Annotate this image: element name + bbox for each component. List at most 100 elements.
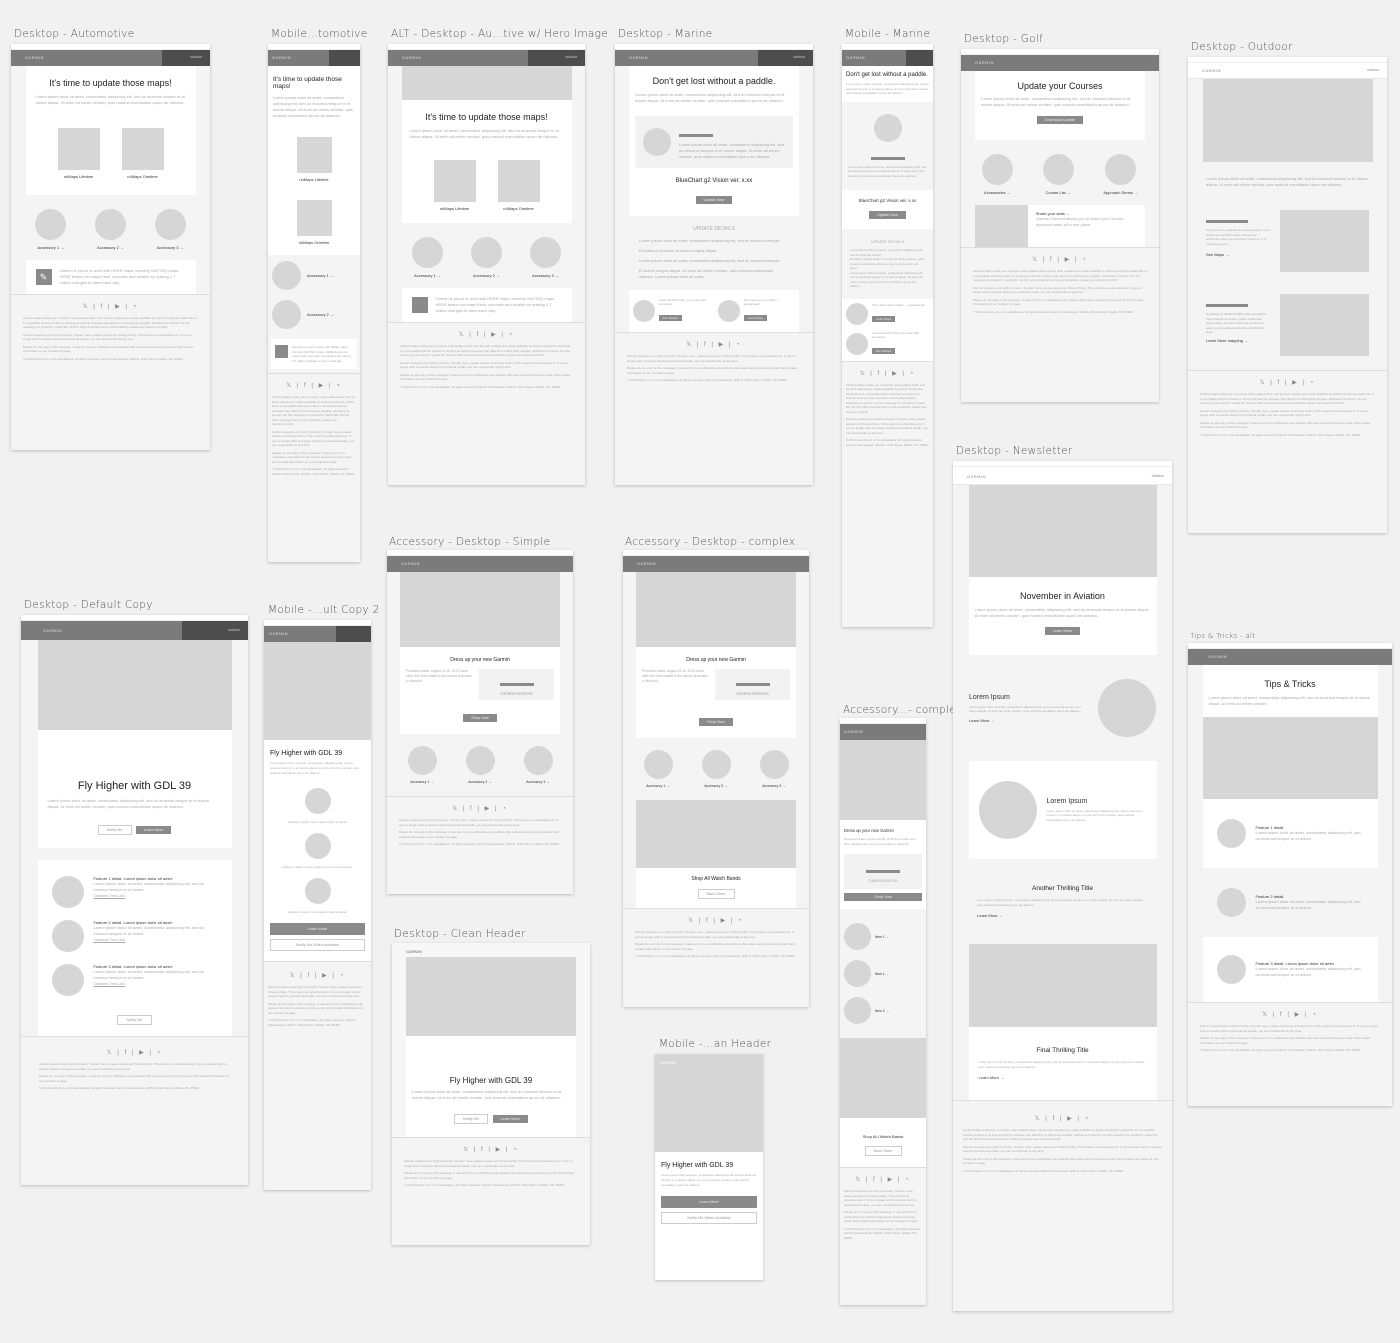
accessory-2-link[interactable]: Accessory 2 → [471,237,502,278]
artboard-title: Mobile...tomotive [271,28,368,40]
update-now-button[interactable]: Update Now [869,211,906,219]
feature-row: Feature 3 detail. Lorum ipsum dolor sit … [1202,937,1378,1002]
social-icons[interactable]: 𝕏 | f | ▶ | ◔ [23,303,198,310]
artboard-desktop-clean-header[interactable]: GARMIN Fly Higher with GDL 39 Lorem ipsu… [392,943,590,1245]
update-now-button[interactable]: Update Now [695,196,733,204]
product-onetime[interactable]: nüMaps Onetime [497,160,540,211]
here-maps-icon [411,297,428,313]
accessory-1-link[interactable]: Accessory 1 → [35,209,67,250]
artboard-desktop-default-copy[interactable]: GARMIN outdoor Fly Higher with GDL 39 Lor… [21,615,248,1185]
accessory-3-link[interactable]: Accessory 3 → [154,209,186,250]
body-text: Lorem ipsum dolor sit amet, consectetur … [35,94,185,105]
artboard-alt-desktop-automotive[interactable]: GARMIN outdoor It's time to update those … [388,44,585,485]
artboard-desktop-newsletter[interactable]: GARMIN Aviation November in Aviation Lore… [953,461,1172,1311]
accessory-2-link[interactable]: Accessory 2 → [701,750,731,788]
promo-homeport[interactable]: Avoid hazards! Plan your route with Home… [846,331,929,357]
promo-homeport[interactable]: Avoid hazards! Plan your route with Home… [633,298,718,324]
shop-now-button[interactable]: Shop Now [463,714,497,722]
notify-me-when-available-button[interactable]: Notify Me When Available [661,1212,757,1224]
email-header: GARMIN [268,50,360,66]
artboard-desktop-golf[interactable]: GARMIN Update your Courses Lorem ipsum d… [961,49,1159,402]
product-lifetime[interactable]: nüMaps Lifetime [273,137,355,182]
artboard-mobile-default-copy[interactable]: GARMIN Fly Higher with GDL 39 Lorem ipsu… [264,620,371,1190]
optional-text-link[interactable]: Optional Text Link [94,893,218,899]
notify-me-button[interactable]: Notify Me [117,1015,152,1025]
footer: 𝕏 | f | ▶ | ◔ Lifetime Maps entitle you … [268,373,360,487]
accessory-1-link[interactable]: Accessory 1 → [407,746,437,784]
artboard-title: Mobile -...ult Copy 2 [268,604,380,616]
product-lifetime[interactable]: nüMaps Lifetime [433,160,476,211]
accessory-3-link[interactable]: Accessory 3 → [523,746,553,784]
nav-aviation[interactable]: Aviation [1152,474,1164,478]
headline: November in Aviation [1020,591,1105,601]
feature-row: Feature 1 detail. Lorem ipsum dolor sit a… [1202,799,1378,868]
band-store-button[interactable]: Band Store [697,889,735,899]
nav-outdoor[interactable]: outdoor [190,55,202,59]
learn-more-button[interactable]: Learn More [136,826,172,834]
see-maps-link[interactable]: See Maps → [1206,252,1270,257]
artboard-mobile-automotive[interactable]: GARMIN It's time to update those maps! L… [268,44,360,562]
feature-row: Feature 2 detail. Lorum ipsum dolor sit … [51,920,218,952]
learn-more-link[interactable]: Learn More → [977,913,1148,918]
learn-more-button[interactable]: Learn More [270,923,365,935]
promo-code: 2468024680246 [500,691,533,696]
band-store-button[interactable]: Band Store [864,1146,902,1156]
learn-more-button[interactable]: Learn More [492,1115,528,1123]
learn-more-link[interactable]: Learn More → [979,1075,1147,1080]
artboard-desktop-automotive[interactable]: GARMIN outdoor It's time to update those … [11,44,210,450]
artboard-accessory-complex[interactable]: GARMIN Dress up your new Garmin Promotio… [623,550,809,1007]
item-link[interactable]: Item 1 → [844,960,922,987]
artboard-accessory-mobile-complex[interactable]: GARMIN Dress up your new Garmin Promotio… [840,718,926,1305]
item-link[interactable]: Item 1 → [844,923,922,950]
download-update-button[interactable]: Download Update [1036,116,1084,124]
accessory-2-link[interactable]: Accessory 2 → [272,300,356,329]
learn-more-mapping-link[interactable]: Learn More mapping → [1206,338,1270,343]
accessory-1-link[interactable]: Accessory 1 → [272,261,356,290]
hero-image [400,572,560,647]
accessory-1-link[interactable]: Accessory 1 → [412,237,443,278]
accessories-link[interactable]: Accessories → [981,154,1013,195]
artboard-title: Accessory...- complex [843,704,963,716]
learn-more-button[interactable]: Learn More [661,1196,757,1208]
notify-me-button[interactable]: Notify Me [454,1114,489,1124]
product-version: BlueChart g2 Vision ver. x.xx [675,178,753,184]
item-link[interactable]: Item 2 → [844,997,922,1024]
accessory-3-link[interactable]: Accessory 3 → [759,750,789,788]
artboard-desktop-outdoor[interactable]: GARMIN outdoor Lorem ipsum dolor sit amet… [1188,57,1387,533]
headline: Fly Higher with GDL 39 [661,1162,734,1169]
product-lifetime[interactable]: nüMaps Lifetime [57,128,100,179]
here-maps-icon: ✎ [35,269,52,285]
promo-charts[interactable]: The most current charts — guaranteed! Lea… [718,298,795,324]
hero-image: GARMIN [655,1054,763,1152]
promo-charts[interactable]: The most current charts — guaranteed! Lea… [846,302,929,325]
approach-series-link[interactable]: Approach Series → [1103,154,1138,195]
artboard-title: ALT - Desktop - Au...tive w/ Hero Image [391,28,609,40]
shop-now-button[interactable]: Shop Now [699,718,733,726]
learn-more-button[interactable]: Learn More [1044,627,1081,635]
accessory-3-link[interactable]: Accessory 3 → [530,237,561,278]
artboard-title: Desktop - Automotive [14,28,135,40]
artboard-accessory-simple[interactable]: GARMIN Dress up your new Garmin Promotio… [387,550,573,894]
artboard-desktop-marine[interactable]: GARMIN outdoor Don't get lost without a p… [615,44,813,485]
artboard-title: Desktop - Newsletter [956,445,1073,457]
accessory-2-link[interactable]: Accessory 2 → [465,746,495,784]
feature-row: Feature 3 detail. Lorum ipsum dolor sit … [51,964,218,996]
headline: It's time to update those maps! [425,112,548,122]
garmin-logo: GARMIN [25,55,44,60]
notify-me-when-available-button[interactable]: Notify Me When Available [270,939,365,951]
artboard-title: Desktop - Outdoor [1191,41,1293,53]
artboard-tips-tricks[interactable]: GARMIN Tips & Tricks Lorem ipsum dolor s… [1188,643,1392,1106]
learn-more-link[interactable]: Learn More → [969,718,1090,723]
optional-text-link[interactable]: Optional Text Link [94,981,218,987]
product-onetime[interactable]: nüMaps Onetime [273,200,355,245]
accessory-1-link[interactable]: Accessory 1 → [643,750,673,788]
optional-text-link[interactable]: Optional Text Link [94,937,218,943]
notify-me-button[interactable]: Notify Me [97,825,132,835]
shop-now-button[interactable]: Shop Now [844,893,922,901]
product-onetime[interactable]: nüMaps Onetime [121,128,164,179]
artboard-mobile-marine[interactable]: GARMIN Don't get lost without a paddle. … [842,44,933,627]
accessory-2-link[interactable]: Accessory 2 → [94,209,126,250]
artboard-mobile-clean-header[interactable]: GARMIN Fly Higher with GDL 39 Lorem ipsu… [655,1054,763,1280]
course-list-link[interactable]: Course List → [1042,154,1074,195]
product-version: BlueChart g2 Vision ver. x.xx [858,198,917,203]
